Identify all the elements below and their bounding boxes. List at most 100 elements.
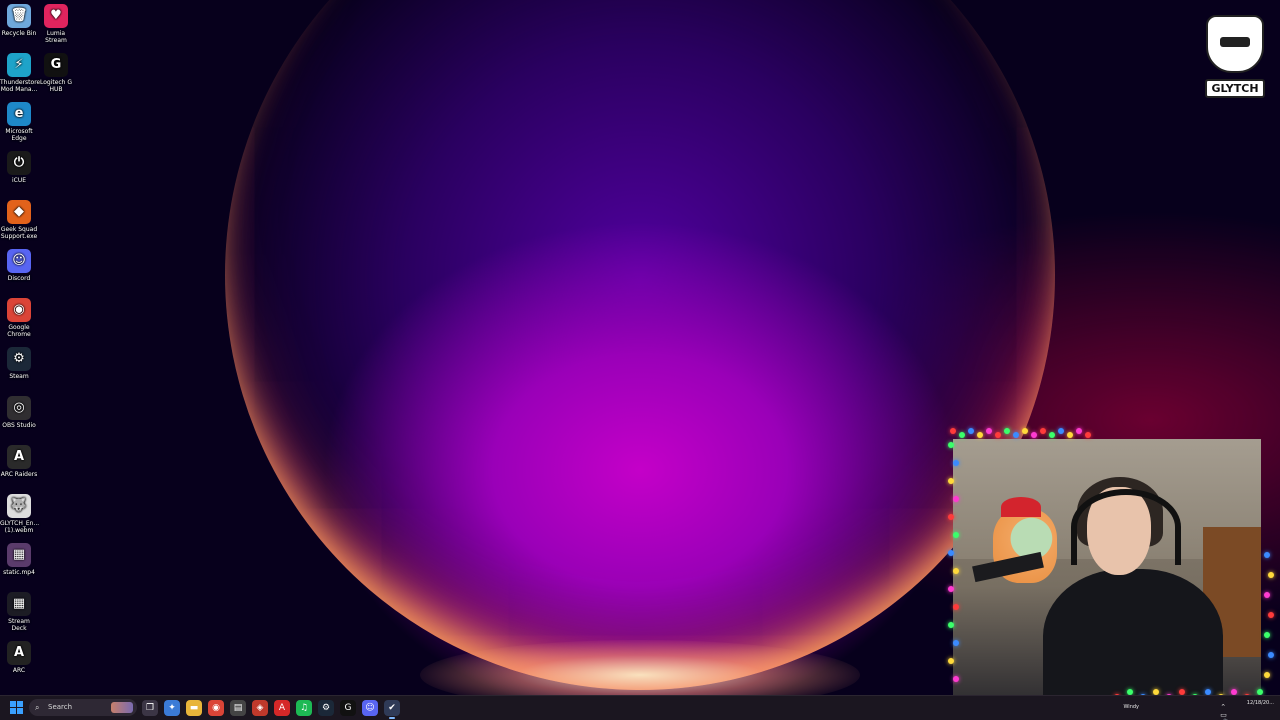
light-bulb (1268, 612, 1274, 618)
desktop-shortcut-label: iCUE (11, 177, 27, 184)
active-app-taskbar-icon[interactable]: ✔ (384, 700, 400, 719)
obs-studio-icon: ◎ (7, 396, 31, 420)
tray-icons[interactable]: ⌃ ▭ 🔊 (1220, 703, 1232, 720)
light-bulb (1268, 572, 1274, 578)
desktop-shortcut-label: static.mp4 (3, 569, 35, 576)
light-bulb (1040, 428, 1046, 434)
recycle-bin-icon: 🗑 (7, 4, 31, 28)
steam-taskbar-icon[interactable]: ⚙ (318, 700, 334, 716)
desktop-shortcut-label: ARC Raiders (0, 471, 38, 478)
desktop-shortcut-label: Lumia Stream (45, 30, 67, 44)
desktop-shortcut-label: Google Chrome (7, 324, 31, 338)
desktop-shortcut[interactable]: G Logitech G HUB (37, 53, 75, 93)
file-explorer-icon[interactable]: ▬ (186, 700, 202, 716)
desktop-shortcut-label: Steam (9, 373, 29, 380)
desktop-shortcut-label: Stream Deck (8, 618, 30, 632)
taskbar: ⌕ Search ❐ ✦ ▬ ◉ ▤ ◈ A ♫ ⚙ G ☺ ✔ Windy ⌃ ▭ 🔊 12/18/… (0, 695, 1280, 720)
copilot-icon[interactable]: ✦ (164, 700, 180, 716)
logitech-g-hub-icon: G (44, 53, 68, 77)
desktop-shortcut[interactable]: 🐺 GLYTCH_En... (1).webm (0, 494, 40, 534)
desktop-shortcut[interactable]: ◉ Google Chrome (0, 298, 38, 338)
headset (1071, 489, 1181, 565)
light-bulb (1031, 432, 1037, 438)
desktop-shortcut-label: ARC (12, 667, 26, 674)
glytch-logo-text: GLYTCH (1205, 79, 1265, 98)
desktop-shortcut[interactable]: ◆ Geek Squad Support.exe (0, 200, 38, 240)
thunderstore-icon: ⚡ (7, 53, 31, 77)
app-red-taskbar-icon[interactable]: ◈ (252, 700, 268, 716)
app-taskbar-icon[interactable]: ▤ (230, 700, 246, 716)
light-bulb (977, 432, 983, 438)
desktop-shortcut[interactable]: A ARC (0, 641, 38, 674)
light-bulb (950, 428, 956, 434)
desktop-shortcut-label: Microsoft Edge (5, 128, 33, 142)
clock-date: 12/18/20... (1246, 700, 1274, 706)
desktop-shortcut-label: GLYTCH_En... (1).webm (0, 520, 40, 534)
fox-logo-icon (1206, 15, 1264, 73)
desktop-shortcut[interactable]: ☺ Discord (0, 249, 38, 282)
light-bulb (1022, 428, 1028, 434)
desktop-shortcut[interactable]: ⚡ Thunderstore Mod Mana... (0, 53, 41, 93)
glytch-logo: GLYTCH (1205, 15, 1265, 99)
taskbar-search[interactable]: ⌕ Search (29, 699, 137, 716)
edge-icon: e (7, 102, 31, 126)
logitech-taskbar-icon[interactable]: G (340, 700, 356, 716)
desktop-shortcut-label: Geek Squad Support.exe (0, 226, 38, 240)
streamer-body (1043, 569, 1223, 707)
desktop-shortcut[interactable]: ⚙ Steam (0, 347, 38, 380)
search-placeholder: Search (48, 703, 73, 711)
desktop-shortcut-label: OBS Studio (2, 422, 36, 429)
weather-widget[interactable]: Windy (1123, 704, 1139, 710)
spotify-taskbar-icon[interactable]: ♫ (296, 700, 312, 716)
light-bulb (1264, 592, 1270, 598)
search-icon: ⌕ (35, 703, 40, 712)
windows-start-button[interactable] (10, 701, 23, 714)
desktop-shortcut[interactable]: ♥ Lumia Stream (37, 4, 75, 44)
wallpaper-orb (225, 0, 1055, 690)
light-bulb (1067, 432, 1073, 438)
task-view-icon[interactable]: ❐ (142, 700, 158, 716)
discord-taskbar-icon[interactable]: ☺ (362, 700, 378, 716)
desktop-shortcut-label: Logitech G HUB (39, 79, 73, 93)
desktop-shortcut[interactable]: ▦ Stream Deck (0, 592, 38, 632)
icue-icon: ⏻ (7, 151, 31, 175)
light-bulb (959, 432, 965, 438)
desktop-shortcut[interactable]: ◎ OBS Studio (0, 396, 38, 429)
desktop-shortcut-label: Discord (7, 275, 31, 282)
adobe-taskbar-icon[interactable]: A (274, 700, 290, 716)
light-bulb (1076, 428, 1082, 434)
light-bulb (1049, 432, 1055, 438)
stream-deck-icon: ▦ (7, 592, 31, 616)
desktop-shortcut[interactable]: e Microsoft Edge (0, 102, 38, 142)
light-bulb (1268, 652, 1274, 658)
desktop-shortcut[interactable]: 🗑 Recycle Bin (0, 4, 38, 37)
light-bulb (1264, 552, 1270, 558)
arc-icon: A (7, 641, 31, 665)
light-bulb (1004, 428, 1010, 434)
lumia-stream-icon: ♥ (44, 4, 68, 28)
chrome-taskbar-icon[interactable]: ◉ (208, 700, 224, 716)
discord-icon: ☺ (7, 249, 31, 273)
light-bulb (1264, 672, 1270, 678)
mp4-file-icon: ▦ (7, 543, 31, 567)
light-bulb (968, 428, 974, 434)
light-bulb (995, 432, 1001, 438)
desktop-shortcut[interactable]: ▦ static.mp4 (0, 543, 38, 576)
desktop-shortcut[interactable]: A ARC Raiders (0, 445, 38, 478)
light-bulb (1085, 432, 1091, 438)
desktop-shortcut-label: Thunderstore Mod Mana... (0, 79, 41, 93)
webm-file-icon: 🐺 (7, 494, 31, 518)
light-bulb (1058, 428, 1064, 434)
geek-squad-icon: ◆ (7, 200, 31, 224)
light-bulb (1264, 632, 1270, 638)
desktop-shortcut[interactable]: ⏻ iCUE (0, 151, 38, 184)
light-bulb (1013, 432, 1019, 438)
webcam-overlay (953, 439, 1261, 707)
clock[interactable]: 12/18/20... (1247, 700, 1274, 706)
search-highlight-icon (111, 702, 133, 713)
steam-icon: ⚙ (7, 347, 31, 371)
chrome-icon: ◉ (7, 298, 31, 322)
santa-hat (1001, 497, 1041, 517)
desktop-shortcut-label: Recycle Bin (1, 30, 37, 37)
light-bulb (986, 428, 992, 434)
